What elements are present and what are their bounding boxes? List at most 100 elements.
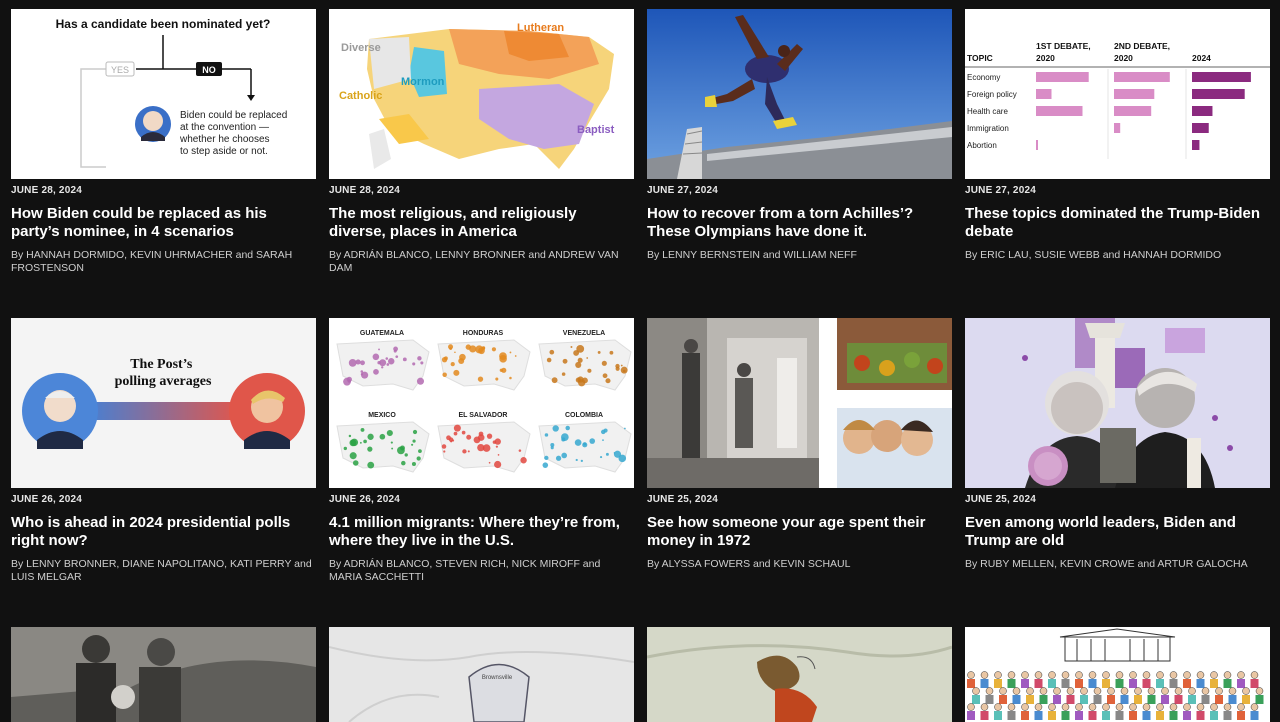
migrant-dot (399, 445, 405, 451)
article-card[interactable]: Diverse Lutheran Mormon Catholic Baptist… (329, 9, 634, 318)
article-thumbnail[interactable]: Diverse Lutheran Mormon Catholic Baptist (329, 9, 634, 179)
chart-bar (1192, 89, 1245, 99)
migrant-dot (562, 358, 568, 364)
article-headline[interactable]: How Biden could be replaced as his party… (11, 205, 316, 241)
article-headline[interactable]: The most religious, and religiously dive… (329, 205, 634, 241)
crowd-person-body (1115, 679, 1124, 688)
article-byline: By HANNAH DORMIDO, KEVIN UHRMACHER and S… (11, 249, 293, 274)
article-headline[interactable]: Even among world leaders, Biden and Trum… (965, 514, 1270, 550)
migrant-dot (561, 452, 568, 459)
article-card[interactable]: Brownsville (329, 627, 634, 722)
migrant-dot (367, 433, 374, 440)
article-headline[interactable]: Who is ahead in 2024 presidential polls … (11, 514, 316, 550)
article-card[interactable]: JUNE 25, 2024 See how someone your age s… (647, 318, 952, 627)
migrant-dot (466, 434, 472, 440)
migrant-dot (520, 457, 527, 464)
crowd-person-head (1088, 703, 1097, 711)
migrant-dot (605, 452, 609, 456)
migrant-dot (347, 379, 351, 383)
poll-title-line: polling averages (115, 374, 212, 389)
crowd-person-body (1142, 679, 1151, 688)
migrant-map-label: GUATEMALA (360, 330, 404, 337)
crowd-person-head (1210, 671, 1218, 679)
crowd-person-head (1061, 703, 1070, 711)
crowd-person-head (1088, 671, 1097, 679)
article-headline[interactable]: See how someone your age spent their mon… (647, 514, 952, 550)
migrant-dot (488, 461, 491, 464)
crowd-person-body (1120, 695, 1129, 704)
crowd-person-body (994, 711, 1002, 720)
map-label-mormon: Mormon (401, 76, 445, 88)
article-thumbnail[interactable] (647, 9, 952, 179)
migrant-dot (509, 351, 512, 354)
crowd-person-body (1156, 679, 1164, 688)
article-thumbnail[interactable]: TOPIC 1ST DEBATE, 2020 2ND DEBATE, 2020 … (965, 9, 1270, 179)
crowd-person-head (1007, 671, 1016, 679)
article-headline[interactable]: How to recover from a torn Achilles’? Th… (647, 205, 952, 241)
migrant-maps-graphic: GUATEMALA HONDURAS VENEZUELA MEXICO EL SALVA… (329, 318, 634, 488)
crowd-person-body (1048, 679, 1056, 688)
crowd-person-body (1228, 695, 1237, 704)
migrant-dot (624, 427, 626, 430)
article-date: JUNE 25, 2024 (965, 494, 1036, 505)
article-thumbnail[interactable] (647, 627, 952, 722)
chart-topic-label: Foreign policy (967, 90, 1017, 99)
article-card[interactable]: JUNE 27, 2024 How to recover from a torn… (647, 9, 952, 318)
crowd-person-head (980, 703, 989, 711)
migrant-dot (449, 347, 453, 350)
crowd-person-body (1237, 711, 1245, 720)
migrant-dot (402, 357, 407, 362)
debate-topics-chart: TOPIC 1ST DEBATE, 2020 2ND DEBATE, 2020 … (965, 9, 1270, 179)
article-thumbnail[interactable]: GUATEMALA HONDURAS VENEZUELA MEXICO EL SALVA… (329, 318, 634, 488)
crowd-person-body (1080, 695, 1088, 704)
crowd-person-head (1174, 687, 1183, 695)
article-card[interactable]: GUATEMALA HONDURAS VENEZUELA MEXICO EL SALVA… (329, 318, 634, 627)
article-card[interactable]: JUNE 25, 2024 Even among world leaders, … (965, 318, 1270, 627)
migrant-dot (363, 439, 367, 444)
migrant-dot (551, 377, 558, 384)
article-card[interactable]: TOPIC 1ST DEBATE, 2020 2ND DEBATE, 2020 … (965, 9, 1270, 318)
article-date: JUNE 28, 2024 (329, 185, 400, 196)
migrant-dot (450, 440, 453, 443)
article-thumbnail[interactable]: Has a candidate been nominated yet? YES … (11, 9, 316, 179)
migrant-dot (416, 377, 425, 385)
migrant-dot (499, 368, 504, 372)
flow-note-line: to step aside or not. (180, 146, 268, 157)
migrant-dot (586, 357, 589, 359)
chart-col-header: 2ND DEBATE, (1114, 41, 1170, 51)
crowd-person-head (985, 687, 994, 695)
migrant-dot (552, 425, 559, 432)
crowd-person-body (999, 695, 1007, 704)
article-card[interactable] (647, 627, 952, 722)
migrant-dot (373, 369, 379, 375)
migrant-dot (441, 356, 448, 363)
article-thumbnail[interactable] (647, 318, 952, 488)
crowd-person-body (980, 679, 989, 688)
crowd-person-head (1021, 703, 1029, 711)
migrant-dot (589, 438, 596, 444)
article-thumbnail[interactable]: Brownsville (329, 627, 634, 722)
crowd-person-body (1169, 711, 1178, 720)
migrant-dot (454, 351, 456, 354)
crowd-person-body (985, 695, 994, 704)
article-headline[interactable]: These topics dominated the Trump-Biden d… (965, 205, 1270, 241)
migrant-dot (404, 453, 408, 457)
article-card[interactable] (11, 627, 316, 722)
article-thumbnail[interactable] (965, 627, 1270, 722)
crowd-person-head (999, 687, 1007, 695)
article-card[interactable]: The Post’s polling averages JUNE 26, 202… (11, 318, 316, 627)
migrant-dot (546, 357, 552, 363)
article-thumbnail[interactable]: The Post’s polling averages (11, 318, 316, 488)
flow-question: Has a candidate been nominated yet? (56, 17, 271, 31)
article-thumbnail[interactable] (11, 627, 316, 722)
crowd-person-head (1034, 671, 1043, 679)
crowd-person-head (1102, 671, 1110, 679)
article-card[interactable]: Has a candidate been nominated yet? YES … (11, 9, 316, 318)
article-thumbnail[interactable] (965, 318, 1270, 488)
migrant-dot (379, 433, 386, 440)
migrant-dot (417, 356, 422, 361)
migrant-dot (388, 358, 395, 365)
article-card[interactable] (965, 627, 1270, 722)
migrant-dot (555, 455, 562, 461)
article-headline[interactable]: 4.1 million migrants: Where they’re from… (329, 514, 634, 550)
